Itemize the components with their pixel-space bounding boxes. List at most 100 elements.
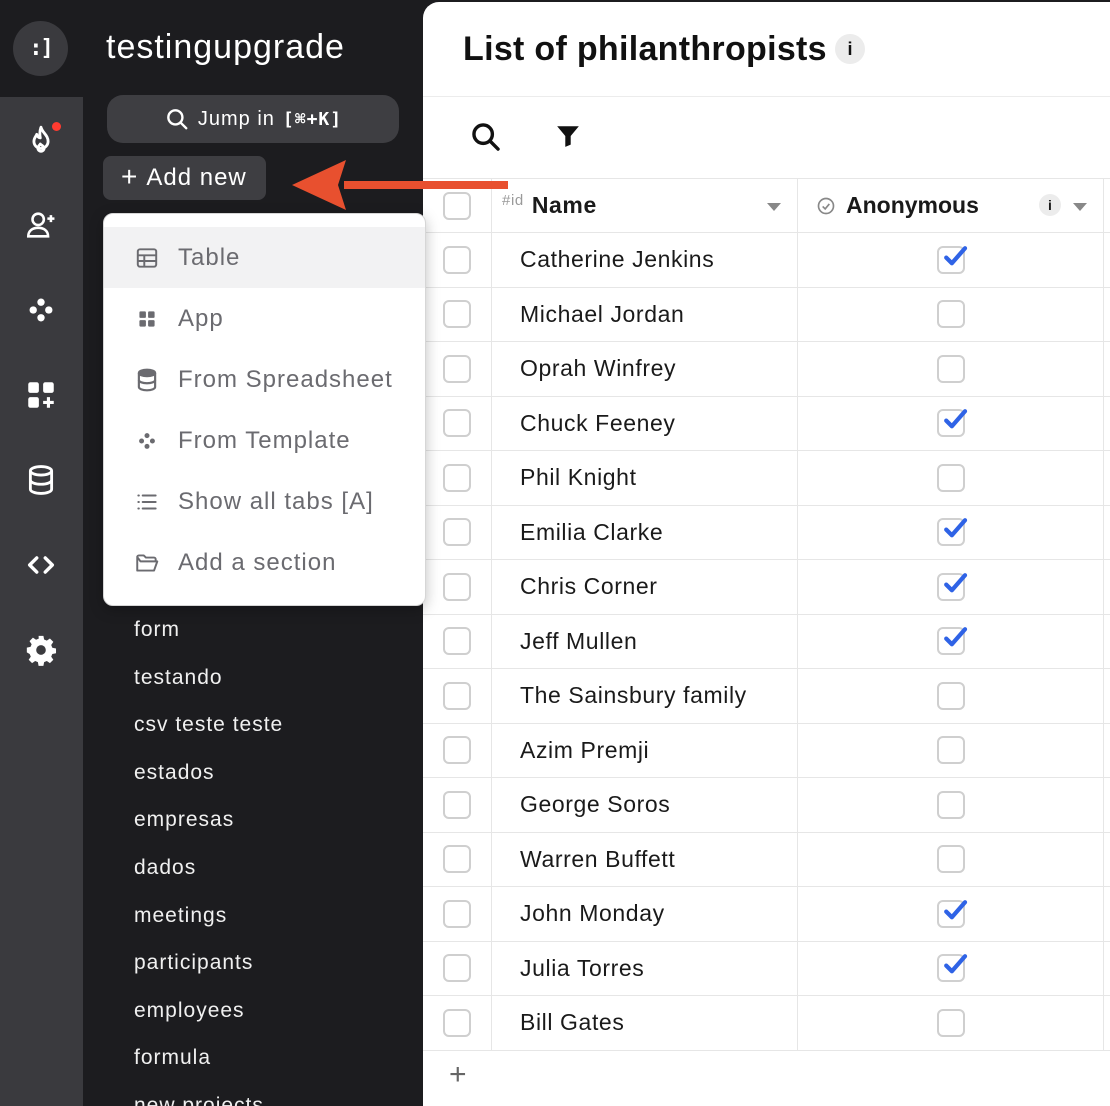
table-row[interactable]: Phil Knight bbox=[423, 451, 1110, 506]
name-cell[interactable]: Catherine Jenkins bbox=[492, 233, 798, 287]
sidebar-item[interactable]: csv teste teste bbox=[134, 701, 283, 749]
row-select-checkbox[interactable] bbox=[443, 899, 471, 928]
name-cell[interactable]: Phil Knight bbox=[492, 451, 798, 505]
name-cell[interactable]: Emilia Clarke bbox=[492, 505, 798, 559]
name-cell[interactable]: Azim Premji bbox=[492, 723, 798, 777]
table-row[interactable]: Warren Buffett bbox=[423, 832, 1110, 887]
name-cell[interactable]: Oprah Winfrey bbox=[492, 342, 798, 396]
table-row[interactable]: Chuck Feeney bbox=[423, 396, 1110, 451]
anonymous-checkbox[interactable] bbox=[936, 1008, 965, 1037]
anonymous-checkbox[interactable] bbox=[936, 409, 967, 438]
name-cell[interactable]: Chris Corner bbox=[492, 560, 798, 614]
app-logo[interactable]: :] bbox=[13, 21, 68, 76]
row-select-checkbox[interactable] bbox=[443, 845, 471, 874]
menu-item-table[interactable]: Table bbox=[104, 227, 425, 288]
table-row[interactable]: John Monday bbox=[423, 887, 1110, 942]
name-cell[interactable]: Bill Gates bbox=[492, 996, 798, 1050]
row-select-checkbox[interactable] bbox=[443, 463, 471, 492]
anonymous-checkbox[interactable] bbox=[936, 790, 965, 819]
sidebar-item[interactable]: employees bbox=[134, 987, 283, 1035]
name-cell[interactable]: Chuck Feeney bbox=[492, 396, 798, 450]
chevron-down-icon[interactable] bbox=[767, 203, 781, 211]
add-app-icon[interactable] bbox=[19, 373, 63, 417]
icon-rail: :] bbox=[0, 0, 83, 1106]
info-icon[interactable]: i bbox=[835, 34, 865, 64]
row-select-checkbox[interactable] bbox=[443, 954, 471, 983]
code-icon[interactable] bbox=[19, 543, 63, 587]
anonymous-checkbox[interactable] bbox=[936, 681, 965, 710]
row-select-checkbox[interactable] bbox=[443, 572, 471, 601]
row-select-checkbox[interactable] bbox=[443, 354, 471, 383]
anonymous-checkbox[interactable] bbox=[936, 463, 965, 492]
add-user-icon[interactable] bbox=[19, 203, 63, 247]
info-icon[interactable]: i bbox=[1039, 194, 1061, 216]
table-row[interactable]: Catherine Jenkins bbox=[423, 233, 1110, 288]
row-select-cell bbox=[423, 669, 492, 723]
table-row[interactable]: Jeff Mullen bbox=[423, 614, 1110, 669]
row-select-checkbox[interactable] bbox=[443, 681, 471, 710]
jump-in-button[interactable]: Jump in [⌘+K] bbox=[107, 95, 399, 143]
gear-icon[interactable] bbox=[19, 628, 63, 672]
menu-item-show-all-tabs[interactable]: Show all tabs [A] bbox=[104, 471, 425, 532]
name-cell[interactable]: George Soros bbox=[492, 778, 798, 832]
anonymous-checkbox[interactable] bbox=[936, 899, 967, 928]
column-header-anonymous[interactable]: Anonymous i bbox=[798, 179, 1104, 232]
name-cell[interactable]: The Sainsbury family bbox=[492, 669, 798, 723]
database-icon[interactable] bbox=[19, 458, 63, 502]
row-select-checkbox[interactable] bbox=[443, 790, 471, 819]
name-cell[interactable]: John Monday bbox=[492, 887, 798, 941]
row-select-checkbox[interactable] bbox=[443, 736, 471, 765]
table-row[interactable]: Emilia Clarke bbox=[423, 505, 1110, 560]
anonymous-checkbox[interactable] bbox=[936, 354, 965, 383]
add-row-button[interactable]: + bbox=[449, 1060, 467, 1090]
table-row[interactable]: Michael Jordan bbox=[423, 287, 1110, 342]
row-select-checkbox[interactable] bbox=[443, 627, 471, 656]
sidebar-item[interactable]: testando bbox=[134, 654, 283, 702]
menu-item-app[interactable]: App bbox=[104, 288, 425, 349]
anonymous-checkbox[interactable] bbox=[936, 572, 967, 601]
anonymous-checkbox[interactable] bbox=[936, 518, 967, 547]
sidebar-item[interactable]: dados bbox=[134, 844, 283, 892]
sidebar-item[interactable]: formula bbox=[134, 1034, 283, 1082]
menu-item-from-spreadsheet[interactable]: From Spreadsheet bbox=[104, 349, 425, 410]
sidebar-item[interactable]: meetings bbox=[134, 892, 283, 940]
sidebar-item[interactable]: new projects bbox=[134, 1082, 283, 1106]
anonymous-checkbox[interactable] bbox=[936, 736, 965, 765]
fire-icon[interactable] bbox=[19, 118, 63, 162]
row-select-checkbox[interactable] bbox=[443, 409, 471, 438]
table-row[interactable]: Azim Premji bbox=[423, 723, 1110, 778]
row-select-checkbox[interactable] bbox=[443, 300, 471, 329]
name-cell[interactable]: Michael Jordan bbox=[492, 287, 798, 341]
name-cell[interactable]: Julia Torres bbox=[492, 941, 798, 995]
checkmark-icon bbox=[943, 245, 967, 266]
filter-icon[interactable] bbox=[555, 122, 581, 150]
row-select-checkbox[interactable] bbox=[443, 518, 471, 547]
search-icon[interactable] bbox=[469, 120, 503, 154]
row-select-checkbox[interactable] bbox=[443, 1008, 471, 1037]
table-row[interactable]: Julia Torres bbox=[423, 941, 1110, 996]
template-dots-icon[interactable] bbox=[19, 288, 63, 332]
table-row[interactable]: George Soros bbox=[423, 778, 1110, 833]
anonymous-checkbox[interactable] bbox=[936, 300, 965, 329]
add-new-button[interactable]: + Add new bbox=[103, 156, 266, 200]
chevron-down-icon[interactable] bbox=[1073, 203, 1087, 211]
menu-item-add-section[interactable]: Add a section bbox=[104, 532, 425, 593]
name-cell[interactable]: Warren Buffett bbox=[492, 832, 798, 886]
table-row[interactable]: Chris Corner bbox=[423, 560, 1110, 615]
table-row[interactable]: Bill Gates bbox=[423, 996, 1110, 1051]
name-cell[interactable]: Jeff Mullen bbox=[492, 614, 798, 668]
anonymous-checkbox[interactable] bbox=[936, 627, 967, 656]
workspace-title[interactable]: testingupgrade bbox=[106, 28, 345, 67]
sidebar-item[interactable]: form bbox=[134, 606, 283, 654]
sidebar-item[interactable]: participants bbox=[134, 939, 283, 987]
anonymous-checkbox[interactable] bbox=[936, 845, 965, 874]
anonymous-checkbox[interactable] bbox=[936, 954, 967, 983]
row-select-checkbox[interactable] bbox=[443, 245, 471, 274]
anonymous-checkbox[interactable] bbox=[936, 245, 967, 274]
menu-item-from-template[interactable]: From Template bbox=[104, 410, 425, 471]
column-header-name[interactable]: #id Name bbox=[492, 179, 798, 232]
table-row[interactable]: Oprah Winfrey bbox=[423, 342, 1110, 397]
sidebar-item[interactable]: empresas bbox=[134, 796, 283, 844]
table-row[interactable]: The Sainsbury family bbox=[423, 669, 1110, 724]
sidebar-item[interactable]: estados bbox=[134, 749, 283, 797]
